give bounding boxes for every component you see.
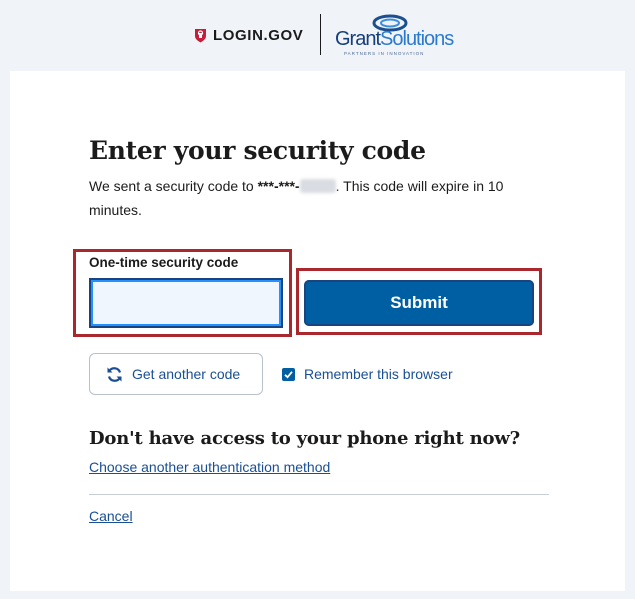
cancel-link[interactable]: Cancel <box>89 508 133 524</box>
description-text: We sent a security code to ***-***-. Thi… <box>89 178 504 218</box>
refresh-icon <box>107 366 122 382</box>
security-code-input[interactable] <box>89 278 283 328</box>
login-gov-logo: LOGIN.GOV <box>194 26 303 44</box>
grantsolutions-tagline: PARTNERS IN INNOVATION <box>344 51 425 56</box>
remember-browser-option[interactable]: Remember this browser <box>282 366 453 382</box>
get-another-code-button[interactable]: Get another code <box>89 353 263 395</box>
page-header: LOGIN.GOV GrantSolutions PARTNERS IN INN… <box>0 0 635 70</box>
checkmark-icon <box>284 370 293 379</box>
shield-icon <box>194 28 207 43</box>
choose-another-method-link[interactable]: Choose another authentication method <box>89 459 330 475</box>
masked-phone: ***-***- <box>257 178 300 194</box>
get-another-code-label: Get another code <box>132 366 241 382</box>
remember-label: Remember this browser <box>304 366 453 382</box>
header-divider <box>320 14 321 55</box>
section-divider <box>89 494 549 495</box>
grantsolutions-wordmark: GrantSolutions <box>335 28 454 50</box>
login-gov-text: LOGIN.GOV <box>213 26 304 44</box>
page-title: Enter your security code <box>89 136 426 165</box>
grantsolutions-logo: GrantSolutions PARTNERS IN INNOVATION <box>334 14 454 58</box>
remember-checkbox[interactable] <box>282 367 295 381</box>
alternate-access-heading: Don't have access to your phone right no… <box>89 428 520 449</box>
redacted-digits <box>299 179 336 193</box>
code-label: One-time security code <box>89 255 239 270</box>
submit-button[interactable]: Submit <box>304 280 534 326</box>
